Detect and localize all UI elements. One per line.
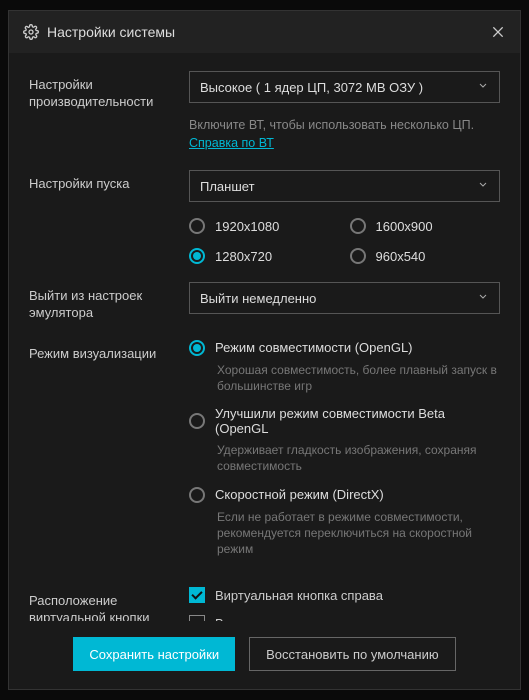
window-title: Настройки системы [47,24,490,40]
vbtn-right-checkbox[interactable]: Виртуальная кнопка справа [189,587,500,603]
vbtn-label: Расположение виртуальной кнопки [29,587,189,621]
launch-label: Настройки пуска [29,170,189,193]
vis-label: Режим визуализации [29,340,189,363]
launch-select[interactable]: Планшет [189,170,500,202]
resolution-label: 1600x900 [376,219,433,234]
chevron-down-icon [477,179,489,194]
vt-help-link[interactable]: Справка по ВТ [189,136,274,150]
vis-option-hint: Удерживает гладкость изображения, сохран… [217,442,500,474]
resolution-radio[interactable]: 960x540 [350,248,501,264]
exit-select[interactable]: Выйти немедленно [189,282,500,314]
save-button[interactable]: Сохранить настройки [73,637,235,671]
radio-icon [189,248,205,264]
checkbox-icon [189,587,205,603]
vis-option-label: Режим совместимости (OpenGL) [215,340,413,355]
chevron-down-icon [477,291,489,306]
settings-body: Настройки производительности Высокое ( 1… [9,53,520,621]
gear-icon [23,24,39,40]
exit-select-value: Выйти немедленно [200,291,316,306]
reset-button[interactable]: Восстановить по умолчанию [249,637,455,671]
radio-icon [189,413,205,429]
vis-option-label: Улучшили режим совместимости Beta (OpenG… [215,406,500,436]
radio-icon [189,218,205,234]
vis-option-label: Скоростной режим (DirectX) [215,487,384,502]
settings-window: Настройки системы Настройки производител… [8,10,521,690]
vis-option-hint: Если не работает в режиме совместимости,… [217,509,500,558]
perf-select[interactable]: Высокое ( 1 ядер ЦП, 3072 МВ ОЗУ ) [189,71,500,103]
resolution-label: 1920x1080 [215,219,279,234]
vis-radio[interactable]: Режим совместимости (OpenGL) [189,340,500,356]
radio-icon [350,218,366,234]
vis-radio[interactable]: Улучшили режим совместимости Beta (OpenG… [189,406,500,436]
radio-icon [350,248,366,264]
vis-option-hint: Хорошая совместимость, более плавный зап… [217,362,500,394]
perf-select-value: Высокое ( 1 ядер ЦП, 3072 МВ ОЗУ ) [200,80,423,95]
vis-radio[interactable]: Скоростной режим (DirectX) [189,487,500,503]
footer: Сохранить настройки Восстановить по умол… [9,621,520,689]
titlebar: Настройки системы [9,11,520,53]
resolution-grid: 1920x1080 1600x900 1280x720 960x540 [189,218,500,264]
perf-hint: Включите ВТ, чтобы использовать нескольк… [189,117,500,152]
resolution-radio[interactable]: 1280x720 [189,248,340,264]
resolution-radio[interactable]: 1920x1080 [189,218,340,234]
launch-select-value: Планшет [200,179,255,194]
radio-icon [189,340,205,356]
exit-label: Выйти из настроек эмулятора [29,282,189,322]
perf-label: Настройки производительности [29,71,189,111]
resolution-label: 1280x720 [215,249,272,264]
radio-icon [189,487,205,503]
resolution-label: 960x540 [376,249,426,264]
vis-group: Режим совместимости (OpenGL) Хорошая совм… [189,340,500,569]
vbtn-right-label: Виртуальная кнопка справа [215,588,383,603]
close-button[interactable] [490,24,506,40]
resolution-radio[interactable]: 1600x900 [350,218,501,234]
chevron-down-icon [477,80,489,95]
